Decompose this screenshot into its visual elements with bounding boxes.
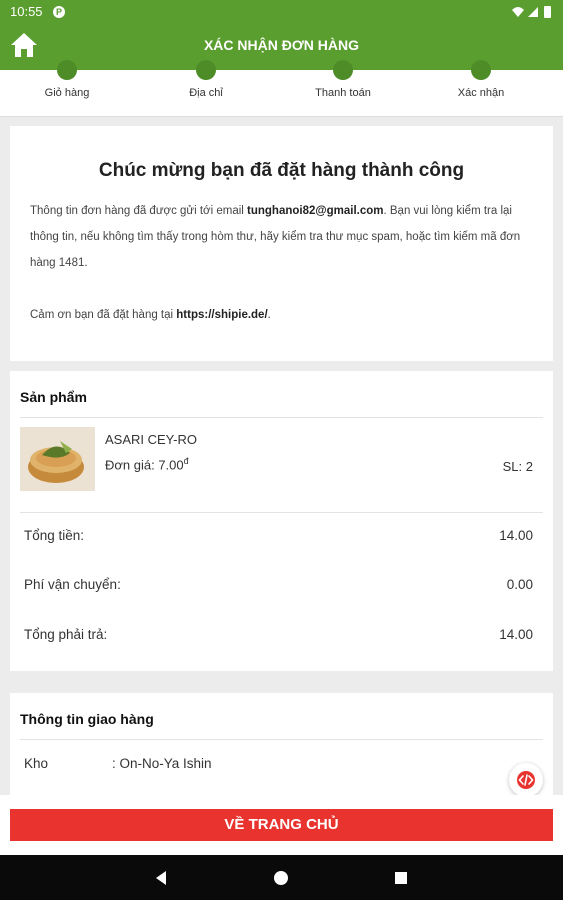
home-circle-icon[interactable] (272, 869, 290, 887)
step-address: Địa chỉ (156, 60, 256, 99)
product-price: Đơn giá: 7.00đ (105, 456, 189, 472)
app-notification-icon: P (53, 6, 65, 18)
shipping-label: Kho (24, 756, 49, 771)
product-name: ASARI CEY-RO (105, 432, 197, 447)
thanks-prefix: Cảm ơn bạn đã đặt hàng tại (30, 309, 177, 321)
step-label: Giỏ hàng (44, 87, 90, 99)
summary-row-subtotal: Tổng tiền: 14.00 (24, 528, 533, 543)
step-label: Xác nhận (457, 87, 505, 99)
order-info-prefix: Thông tin đơn hàng đã được gửi tới email (30, 205, 248, 217)
summary-label: Tổng phải trả: (24, 627, 108, 642)
product-image (20, 427, 95, 491)
price-label: Đơn giá: (105, 457, 159, 473)
step-cart: Giỏ hàng (17, 60, 117, 99)
system-status-icons (512, 6, 551, 18)
thanks-text: Cảm ơn bạn đã đặt hàng tại https://shipi… (10, 302, 553, 328)
summary-label: Phí vận chuyển: (24, 577, 121, 592)
wifi-icon (512, 7, 524, 17)
step-confirm: Xác nhận (431, 60, 531, 99)
floating-code-button[interactable] (509, 763, 543, 797)
battery-icon (544, 6, 551, 18)
order-info-text: Thông tin đơn hàng đã được gửi tới email… (10, 198, 553, 276)
currency-symbol: đ (183, 456, 189, 466)
divider (20, 512, 543, 513)
summary-label: Tổng tiền: (24, 528, 85, 543)
product-quantity: SL: 2 (502, 459, 533, 474)
checkout-stepper: Giỏ hàng Địa chỉ Thanh toán Xác nhận (0, 60, 563, 117)
summary-value: 14.00 (499, 627, 533, 642)
step-dot (471, 60, 491, 80)
step-dot (196, 60, 216, 80)
thanks-suffix: . (267, 309, 271, 321)
success-heading: Chúc mừng bạn đã đặt hàng thành công (98, 160, 465, 181)
summary-row-total: Tổng phải trả: 14.00 (24, 627, 533, 642)
page-title: XÁC NHẬN ĐƠN HÀNG (203, 37, 360, 53)
shipping-title: Thông tin giao hàng (20, 711, 154, 727)
system-navigation-bar (0, 855, 563, 900)
success-card: Chúc mừng bạn đã đặt hàng thành công Thô… (10, 126, 553, 361)
status-bar: 10:55 P (0, 0, 563, 24)
bottom-action-area: VỀ TRANG CHỦ (0, 795, 563, 855)
summary-row-shipping: Phí vận chuyển: 0.00 (24, 577, 533, 592)
code-icon (517, 771, 535, 789)
customer-email: tunghanoi82@gmail.com (247, 205, 384, 217)
back-icon[interactable] (152, 869, 170, 887)
signal-icon (528, 7, 538, 17)
step-label: Địa chỉ (189, 87, 223, 99)
divider (20, 417, 543, 418)
shipping-card: Thông tin giao hàng Kho : On-No-Ya Ishin (10, 693, 553, 803)
shipping-row-warehouse: Kho : On-No-Ya Ishin (24, 756, 424, 771)
recents-icon[interactable] (392, 869, 410, 887)
status-time: 10:55 (10, 4, 43, 19)
price-value: 7.00 (158, 457, 184, 473)
products-card: Sản phẩm ASARI CEY-RO Đơn giá: 7.00đ SL:… (10, 371, 553, 671)
step-dot (333, 60, 353, 80)
shop-link[interactable]: https://shipie.de/ (176, 309, 267, 321)
summary-value: 14.00 (499, 528, 533, 543)
product-thumbnail[interactable] (20, 427, 95, 491)
step-payment: Thanh toán (293, 60, 393, 99)
step-dot (57, 60, 77, 80)
step-label: Thanh toán (315, 87, 371, 99)
shipping-value: : On-No-Ya Ishin (112, 756, 212, 771)
divider (20, 739, 543, 740)
summary-value: 0.00 (506, 577, 533, 592)
products-title: Sản phẩm (20, 389, 87, 405)
back-to-home-button[interactable]: VỀ TRANG CHỦ (10, 809, 553, 841)
